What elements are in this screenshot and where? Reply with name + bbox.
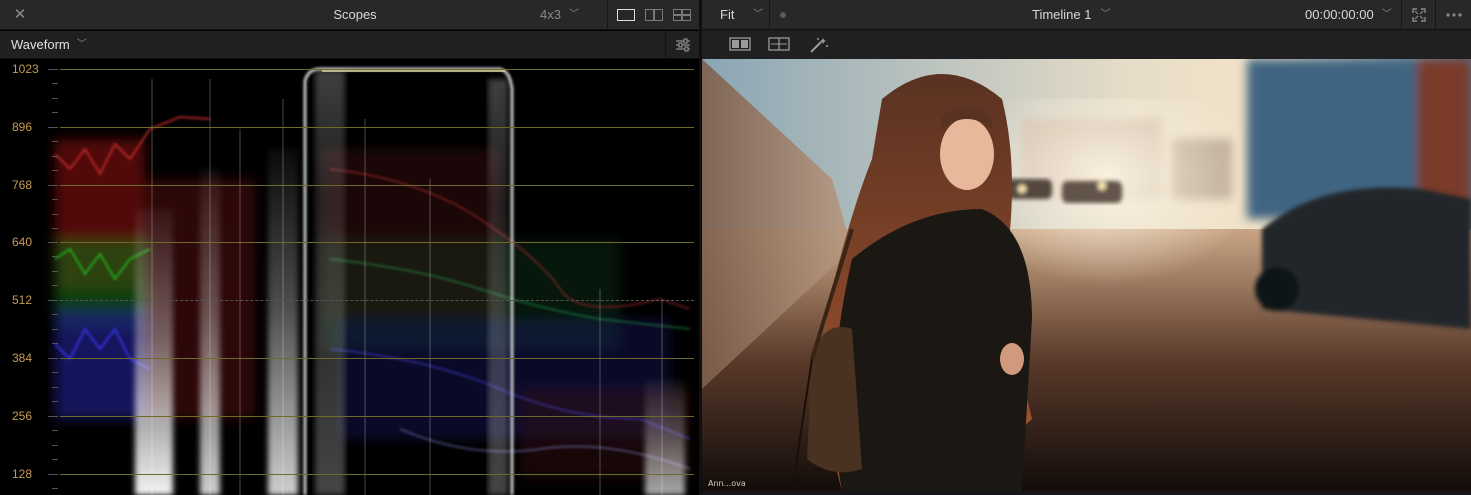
y-axis-label: 256 bbox=[12, 409, 33, 423]
viewer-panel: Fit ﹀ Timeline 1 ﹀ 00:00:00:00 ﹀ Ann...o… bbox=[702, 0, 1471, 495]
graticule-line bbox=[60, 474, 694, 475]
graticule-line bbox=[60, 416, 694, 417]
graticule-tick bbox=[52, 430, 58, 431]
expand-button[interactable] bbox=[1401, 0, 1435, 30]
video-frame-image: Ann...ova bbox=[702, 59, 1471, 491]
more-icon bbox=[1446, 13, 1462, 17]
waveform-graph: 1023 896 768 640 512 384 256 128 bbox=[0, 59, 699, 495]
graticule-tick bbox=[52, 271, 58, 272]
magic-wand-button[interactable] bbox=[808, 37, 832, 53]
graticule-tick bbox=[52, 329, 58, 330]
y-axis-label: 896 bbox=[12, 120, 33, 134]
y-axis-label: 1023 bbox=[12, 62, 39, 76]
dual-layout-button[interactable] bbox=[645, 9, 663, 21]
y-axis-label: 512 bbox=[12, 293, 33, 307]
graticule-tick bbox=[48, 358, 58, 359]
scope-settings-button[interactable] bbox=[665, 31, 699, 59]
viewer-frame[interactable]: Ann...ova bbox=[702, 59, 1471, 491]
graticule-tick bbox=[48, 127, 58, 128]
scopes-header: ✕ Scopes 4x3 ﹀ bbox=[0, 0, 699, 30]
graticule-line bbox=[60, 300, 694, 301]
graticule-tick bbox=[48, 474, 58, 475]
chevron-down-icon: ﹀ bbox=[1381, 9, 1392, 20]
viewer-bottom-bar bbox=[702, 491, 1471, 495]
graticule-tick bbox=[48, 185, 58, 186]
scopes-title: Scopes bbox=[333, 7, 377, 22]
status-dot-icon bbox=[780, 12, 786, 18]
graticule-tick bbox=[52, 488, 58, 489]
split-screen-icon bbox=[729, 37, 751, 51]
graticule-tick bbox=[52, 387, 58, 388]
aspect-ratio-dropdown[interactable]: 4x3 ﹀ bbox=[540, 0, 579, 30]
scope-type-dropdown[interactable]: Waveform ﹀ bbox=[11, 31, 87, 59]
graticule-line bbox=[60, 69, 694, 70]
chevron-down-icon: ﹀ bbox=[568, 9, 579, 20]
resolve-color-page: ✕ Scopes 4x3 ﹀ Waveform ﹀ 1023 896 768 6… bbox=[0, 0, 1471, 495]
graticule-tick bbox=[52, 156, 58, 157]
split-screen-button[interactable] bbox=[729, 37, 753, 53]
graticule-tick bbox=[52, 214, 58, 215]
graticule-tick bbox=[52, 112, 58, 113]
watermark-text: Ann...ova bbox=[708, 479, 746, 488]
y-axis-label: 640 bbox=[12, 235, 33, 249]
graticule-line bbox=[60, 127, 694, 128]
timecode-dropdown[interactable]: 00:00:00:00 ﹀ bbox=[1305, 0, 1392, 30]
graticule-tick bbox=[52, 98, 58, 99]
graticule-tick bbox=[52, 459, 58, 460]
close-icon[interactable]: ✕ bbox=[11, 6, 29, 24]
graticule-tick bbox=[52, 314, 58, 315]
wipe-button[interactable] bbox=[768, 37, 792, 53]
graticule-tick bbox=[48, 416, 58, 417]
timeline-label: Timeline 1 bbox=[1032, 7, 1092, 22]
graticule-tick bbox=[52, 199, 58, 200]
viewer-header: Fit ﹀ Timeline 1 ﹀ 00:00:00:00 ﹀ bbox=[702, 0, 1471, 30]
quad-layout-button[interactable] bbox=[673, 9, 691, 21]
sliders-icon bbox=[676, 38, 690, 52]
viewer-toolbar bbox=[702, 31, 1471, 59]
chevron-down-icon: ﹀ bbox=[76, 39, 87, 50]
y-axis-label: 128 bbox=[12, 467, 33, 481]
graticule-tick bbox=[52, 285, 58, 286]
graticule-line bbox=[60, 242, 694, 243]
timeline-dropdown[interactable]: Timeline 1 ﹀ bbox=[1032, 0, 1110, 30]
more-options-button[interactable] bbox=[1435, 0, 1469, 30]
chevron-down-icon: ﹀ bbox=[753, 9, 763, 20]
zoom-label: Fit bbox=[720, 7, 735, 22]
graticule-tick bbox=[52, 256, 58, 257]
aspect-ratio-label: 4x3 bbox=[540, 7, 561, 22]
graticule-line bbox=[60, 185, 694, 186]
y-axis-label: 768 bbox=[12, 178, 33, 192]
graticule-tick bbox=[52, 401, 58, 402]
graticule-tick bbox=[52, 170, 58, 171]
single-layout-button[interactable] bbox=[617, 9, 635, 21]
magic-wand-icon bbox=[810, 38, 828, 53]
chevron-down-icon: ﹀ bbox=[1100, 9, 1111, 20]
waveform-trace bbox=[54, 67, 691, 495]
wipe-icon bbox=[768, 37, 790, 51]
graticule-tick bbox=[48, 300, 58, 301]
graticule-tick bbox=[52, 372, 58, 373]
graticule-line bbox=[60, 358, 694, 359]
graticule-tick bbox=[52, 445, 58, 446]
timecode-label: 00:00:00:00 bbox=[1305, 7, 1374, 22]
graticule-tick bbox=[48, 69, 58, 70]
scope-subheader: Waveform ﹀ bbox=[0, 31, 699, 59]
y-axis-label: 384 bbox=[12, 351, 33, 365]
header-divider bbox=[607, 0, 608, 30]
scope-type-label: Waveform bbox=[11, 37, 70, 52]
scopes-panel: ✕ Scopes 4x3 ﹀ Waveform ﹀ 1023 896 768 6… bbox=[0, 0, 699, 495]
graticule-tick bbox=[52, 83, 58, 84]
graticule-tick bbox=[48, 242, 58, 243]
expand-icon bbox=[1412, 8, 1426, 22]
graticule-tick bbox=[52, 141, 58, 142]
graticule-tick bbox=[52, 343, 58, 344]
zoom-dropdown[interactable]: Fit ﹀ bbox=[702, 0, 770, 30]
graticule-tick bbox=[52, 228, 58, 229]
